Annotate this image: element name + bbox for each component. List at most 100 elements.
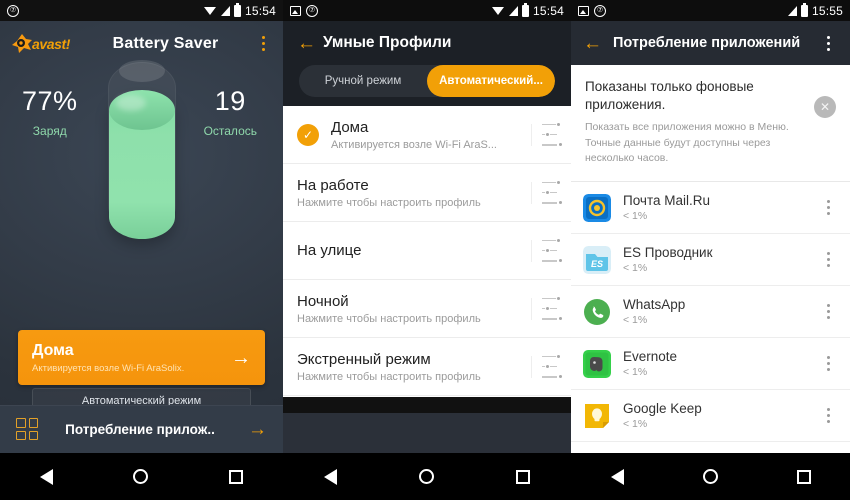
signal-icon	[787, 5, 797, 16]
app-name: ES Проводник	[623, 245, 713, 261]
sliders-settings-icon[interactable]	[531, 121, 563, 147]
status-bar-left-icons: ⑦	[578, 4, 788, 17]
badge-circle-icon: ⑦	[7, 4, 19, 17]
profile-name: На улице	[297, 242, 362, 259]
list-item[interactable]: На улице	[283, 222, 571, 280]
active-profile-card[interactable]: Дома Активируется возле Wi-Fi AraSolix. …	[18, 330, 265, 385]
app-usage-value: < 1%	[623, 418, 648, 431]
profile-subtitle: Нажмите чтобы настроить профиль	[297, 370, 481, 383]
tab-manual-mode[interactable]: Ручной режим	[299, 65, 427, 97]
list-item[interactable]: Ночной Нажмите чтобы настроить профиль	[283, 280, 571, 338]
nav-recents-icon[interactable]	[228, 469, 243, 484]
overflow-menu-icon[interactable]	[818, 304, 838, 320]
avast-logo: avast!	[10, 32, 82, 56]
remaining-label: Осталось	[203, 124, 257, 138]
badge-circle-icon: ⑦	[306, 4, 318, 17]
bottom-filler	[283, 413, 571, 453]
google-keep-icon	[583, 402, 611, 430]
app-bar: ← Умные Профили	[283, 21, 571, 65]
nav-back-icon[interactable]	[324, 468, 337, 485]
close-icon[interactable]: ✕	[814, 96, 836, 118]
info-banner: Показаны только фоновые приложения. Пока…	[571, 65, 850, 183]
list-item[interactable]: ES ES Проводник < 1%	[571, 234, 850, 287]
list-item[interactable]: Skype	[571, 442, 850, 453]
tab-automatic-mode[interactable]: Автоматический...	[427, 65, 555, 97]
app-name: Почта Mail.Ru	[623, 193, 710, 209]
sliders-settings-icon[interactable]	[531, 237, 563, 263]
profiles-list: ✓ Дома Активируется возле Wi-Fi AraS... …	[283, 106, 571, 397]
sliders-settings-icon[interactable]	[531, 295, 563, 321]
status-bar-clock: 15:54	[532, 3, 564, 18]
profile-name: Ночной	[297, 292, 349, 310]
check-icon: ✓	[297, 123, 319, 146]
list-item-text: Экстренный режим Нажмите чтобы настроить…	[297, 351, 531, 383]
status-bar-right-icons: 15:54	[203, 2, 276, 18]
status-bar: ⑦ 15:54	[283, 0, 571, 21]
charge-label: Заряд	[32, 124, 67, 138]
svg-text:ES: ES	[591, 259, 603, 269]
profile-subtitle: Активируется возле Wi-Fi AraS...	[331, 138, 497, 151]
status-bar: ⑦ 15:54	[0, 0, 283, 21]
list-item[interactable]: Почта Mail.Ru < 1%	[571, 182, 850, 235]
nav-home-icon[interactable]	[133, 469, 149, 484]
sliders-settings-icon[interactable]	[531, 353, 563, 379]
list-item[interactable]: Google Keep < 1%	[571, 390, 850, 443]
list-item-text: Дома Активируется возле Wi-Fi AraS...	[331, 119, 531, 151]
status-bar-right-icons: 15:55	[787, 2, 843, 18]
active-profile-subtitle: Активируется возле Wi-Fi AraSolix.	[32, 362, 185, 374]
nav-back-icon[interactable]	[610, 468, 624, 485]
arrow-right-icon: →	[248, 418, 267, 440]
wifi-icon	[203, 6, 217, 16]
avast-wordmark: avast!	[32, 35, 71, 52]
list-item-text: На улице	[297, 242, 531, 259]
nav-home-icon[interactable]	[419, 469, 434, 484]
nav-recents-icon[interactable]	[796, 469, 811, 484]
overflow-menu-icon[interactable]	[253, 36, 273, 51]
battery-icon	[800, 2, 808, 17]
app-usage-label: Потребление прилож..	[65, 421, 215, 437]
es-explorer-icon: ES	[583, 245, 611, 274]
list-item-text: Ночной Нажмите чтобы настроить профиль	[297, 293, 531, 325]
list-item[interactable]: Экстренный режим Нажмите чтобы настроить…	[283, 338, 571, 396]
overflow-menu-icon[interactable]	[818, 408, 838, 424]
list-item-text: Google Keep < 1%	[623, 401, 818, 430]
app-usage-bar[interactable]: Потребление прилож.. →	[0, 405, 283, 453]
active-profile-name: Дома	[32, 341, 74, 359]
nav-home-icon[interactable]	[702, 469, 718, 484]
nav-back-icon[interactable]	[40, 468, 54, 485]
app-usage-value: < 1%	[623, 314, 648, 327]
back-arrow-icon[interactable]: ←	[583, 34, 609, 53]
phone-panel-app-usage: ⑦ 15:55 ← Потребление приложений Показан…	[571, 0, 850, 500]
app-name: Google Keep	[623, 401, 702, 417]
screenshot-root: ⑦ 15:54 avast! Battery Saver 77% Заряд 1…	[0, 0, 850, 500]
overflow-menu-icon[interactable]	[818, 35, 838, 51]
app-usage-value: < 1%	[623, 366, 648, 379]
overflow-menu-icon[interactable]	[818, 252, 838, 268]
image-icon	[290, 5, 301, 16]
list-item[interactable]: WhatsApp < 1%	[571, 286, 850, 339]
evernote-icon	[583, 349, 611, 378]
list-item[interactable]: На работе Нажмите чтобы настроить профил…	[283, 164, 571, 222]
list-item[interactable]: Evernote < 1%	[571, 338, 850, 391]
info-banner-body: Показать все приложения можно в Меню. То…	[585, 121, 789, 164]
back-arrow-icon[interactable]: ←	[297, 34, 323, 53]
page-title: Battery Saver	[112, 34, 219, 52]
info-banner-text: Показаны только фоновые приложения. Пока…	[585, 78, 814, 166]
status-bar: ⑦ 15:55	[571, 0, 850, 21]
profile-name: Экстренный режим	[297, 350, 431, 368]
overflow-menu-icon[interactable]	[818, 200, 838, 216]
mailru-icon	[583, 193, 611, 222]
active-profile-text: Дома Активируется возле Wi-Fi AraSolix.	[32, 342, 231, 374]
app-usage-value: < 1%	[623, 210, 648, 223]
profile-name: Дома	[331, 118, 369, 136]
wifi-icon	[491, 6, 505, 16]
nav-recents-icon[interactable]	[516, 469, 530, 484]
list-item-text: На работе Нажмите чтобы настроить профил…	[297, 177, 531, 209]
status-bar-left-icons: ⑦	[7, 4, 204, 17]
profile-subtitle: Нажмите чтобы настроить профиль	[297, 312, 481, 325]
battery-cap	[118, 60, 165, 82]
sliders-settings-icon[interactable]	[531, 179, 563, 205]
android-nav-bar	[571, 453, 850, 500]
overflow-menu-icon[interactable]	[818, 356, 838, 372]
list-item[interactable]: ✓ Дома Активируется возле Wi-Fi AraS...	[283, 106, 571, 164]
